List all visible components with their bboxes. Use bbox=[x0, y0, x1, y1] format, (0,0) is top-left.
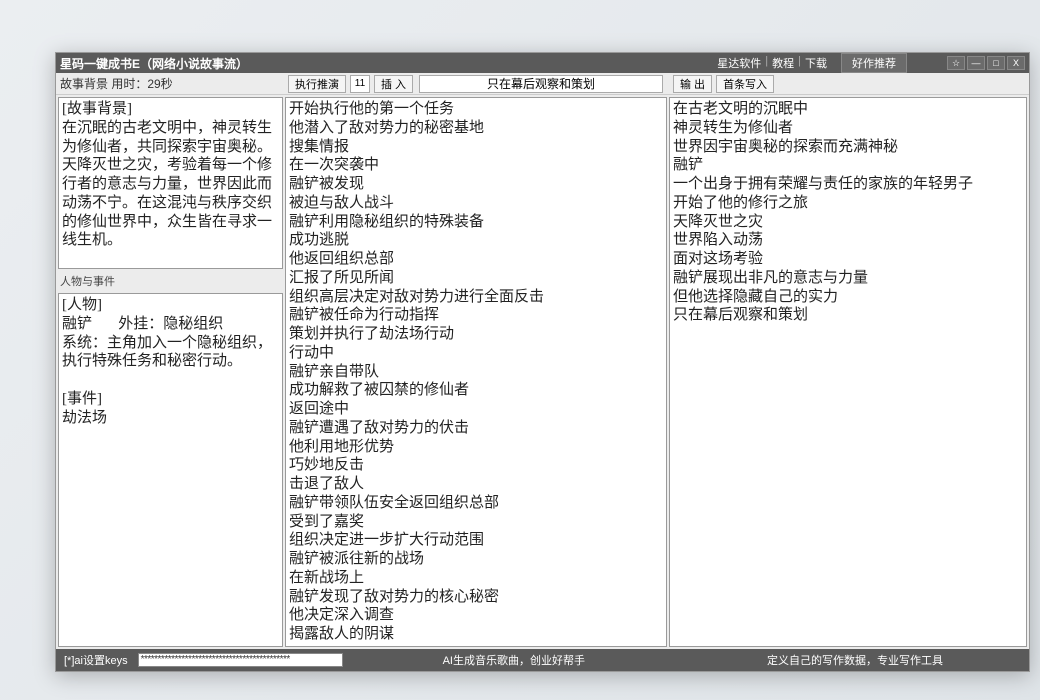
toolbar: 故事背景 用时：29秒 执行推演 11 插 入 只在幕后观察和策划 输 出 首条… bbox=[56, 73, 1029, 95]
execute-count[interactable]: 11 bbox=[350, 75, 370, 93]
window-maximize-icon[interactable]: □ bbox=[987, 56, 1005, 70]
plot-lines-box[interactable]: 开始执行他的第一个任务 他潜入了敌对势力的秘密基地 搜集情报 在一次突袭中 融铲… bbox=[285, 97, 667, 647]
recommend-button[interactable]: 好作推荐 bbox=[841, 53, 907, 73]
footer-center-link[interactable]: AI生成音乐歌曲，创业好帮手 bbox=[349, 652, 679, 668]
app-title: 星码一键成书E（网络小说故事流） bbox=[60, 55, 248, 72]
ai-keys-label[interactable]: [*]ai设置keys bbox=[60, 652, 132, 668]
window-favorite-icon[interactable]: ☆ bbox=[947, 56, 965, 70]
ai-keys-input[interactable]: ****************************************… bbox=[138, 653, 343, 667]
window-close-icon[interactable]: X bbox=[1007, 56, 1025, 70]
titlebar: 星码一键成书E（网络小说故事流） 星达软件 | 教程 | 下载 好作推荐 ☆ —… bbox=[56, 53, 1029, 73]
footer-right-link[interactable]: 定义自己的写作数据，专业写作工具 bbox=[685, 652, 1025, 668]
characters-events-box[interactable]: [人物] 融铲 外挂：隐秘组织 系统：主角加入一个隐秘组织，执行特殊任务和秘密行… bbox=[58, 293, 283, 647]
nav-link-download[interactable]: 下载 bbox=[803, 55, 829, 71]
story-bg-label: 故事背景 用时：29秒 bbox=[56, 75, 177, 92]
first-write-button[interactable]: 首条写入 bbox=[716, 75, 774, 93]
center-status-text[interactable]: 只在幕后观察和策划 bbox=[419, 75, 663, 93]
app-window: 星码一键成书E（网络小说故事流） 星达软件 | 教程 | 下载 好作推荐 ☆ —… bbox=[55, 52, 1030, 672]
right-column: 在古老文明的沉眠中 神灵转生为修仙者 世界因宇宙奥秘的探索而充满神秘 融铲 一个… bbox=[669, 97, 1027, 647]
window-minimize-icon[interactable]: — bbox=[967, 56, 985, 70]
characters-events-label: 人物与事件 bbox=[58, 271, 283, 291]
content-area: [故事背景] 在沉眠的古老文明中，神灵转生为修仙者，共同探索宇宙奥秘。天降灭世之… bbox=[56, 95, 1029, 649]
left-column: [故事背景] 在沉眠的古老文明中，神灵转生为修仙者，共同探索宇宙奥秘。天降灭世之… bbox=[58, 97, 283, 647]
output-button[interactable]: 输 出 bbox=[673, 75, 712, 93]
footer: [*]ai设置keys ****************************… bbox=[56, 649, 1029, 671]
middle-column: 开始执行他的第一个任务 他潜入了敌对势力的秘密基地 搜集情报 在一次突袭中 融铲… bbox=[285, 97, 667, 647]
titlebar-nav: 星达软件 | 教程 | 下载 bbox=[715, 55, 829, 71]
nav-link-tutorial[interactable]: 教程 bbox=[770, 55, 796, 71]
output-box[interactable]: 在古老文明的沉眠中 神灵转生为修仙者 世界因宇宙奥秘的探索而充满神秘 融铲 一个… bbox=[669, 97, 1027, 647]
insert-button[interactable]: 插 入 bbox=[374, 75, 413, 93]
nav-link-software[interactable]: 星达软件 bbox=[715, 55, 763, 71]
execute-button[interactable]: 执行推演 bbox=[288, 75, 346, 93]
story-background-box[interactable]: [故事背景] 在沉眠的古老文明中，神灵转生为修仙者，共同探索宇宙奥秘。天降灭世之… bbox=[58, 97, 283, 269]
